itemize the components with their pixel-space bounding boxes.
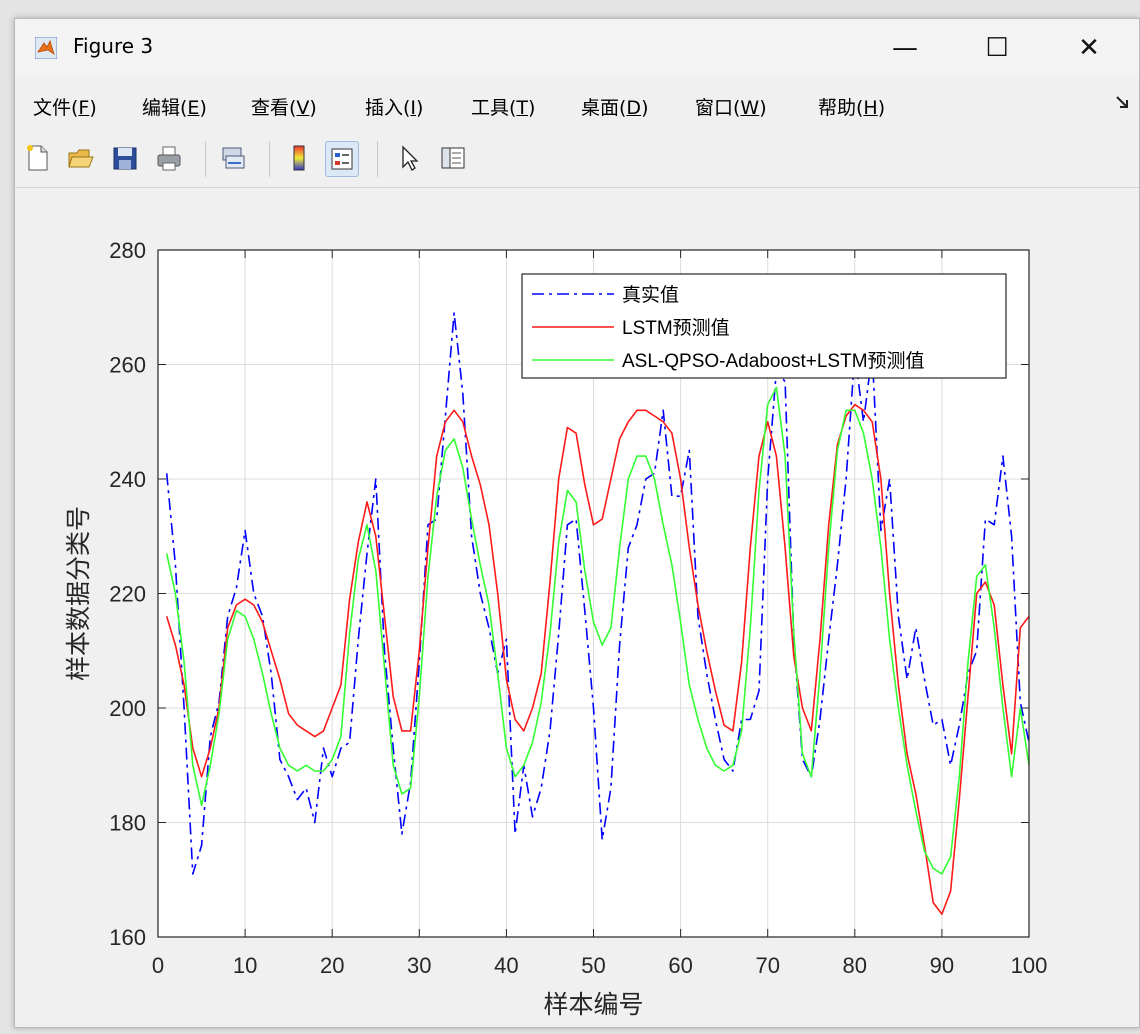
y-tick-label: 180 xyxy=(109,811,146,836)
x-tick-label: 30 xyxy=(407,953,431,978)
y-tick-label: 240 xyxy=(109,467,146,492)
x-axis-label: 样本编号 xyxy=(543,990,643,1019)
x-tick-label: 20 xyxy=(320,953,344,978)
x-tick-label: 40 xyxy=(494,953,518,978)
y-tick-label: 280 xyxy=(109,238,146,263)
x-tick-label: 70 xyxy=(755,953,779,978)
x-tick-label: 50 xyxy=(581,953,605,978)
x-tick-label: 80 xyxy=(843,953,867,978)
figure-plot-area: 0 10 20 30 40 50 60 70 80 90 100 160 180 200 220 240 260… xyxy=(64,238,1047,1019)
axes: 0 10 20 30 40 50 60 70 80 90 100 160 180 200 220 240 260… xyxy=(64,238,1047,1019)
y-tick-label: 160 xyxy=(109,925,146,950)
figure-window: Figure 3 — ☐ ✕ 文件(F) 编辑(E) 查看(V) 插入(I) 工… xyxy=(14,18,1140,1028)
legend-label-2: ASL-QPSO-Adaboost+LSTM预测值 xyxy=(622,350,925,372)
legend-label-0: 真实值 xyxy=(622,284,679,306)
y-axis-label: 样本数据分类号 xyxy=(64,506,93,681)
y-tick-label: 260 xyxy=(109,353,146,378)
y-tick-label: 220 xyxy=(109,582,146,607)
x-tick-label: 60 xyxy=(668,953,692,978)
x-tick-label: 100 xyxy=(1011,953,1048,978)
x-tick-label: 10 xyxy=(233,953,257,978)
legend-label-1: LSTM预测值 xyxy=(622,317,730,339)
x-tick-label: 90 xyxy=(930,953,954,978)
x-tick-label: 0 xyxy=(152,953,164,978)
y-tick-label: 200 xyxy=(109,696,146,721)
